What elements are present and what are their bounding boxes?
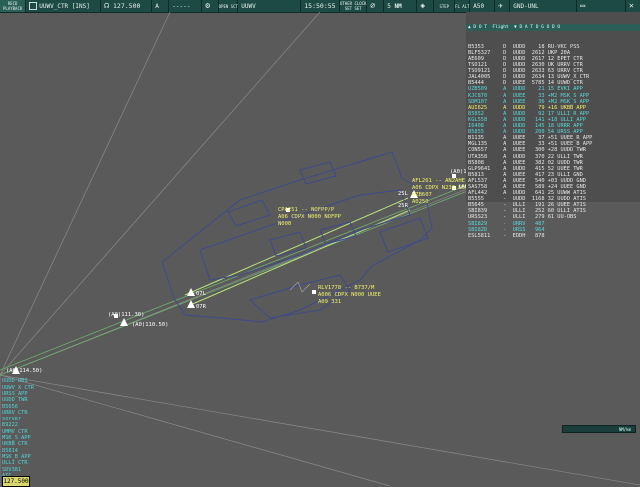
cursor-icon: ⌀ [370,1,376,10]
frequency-sub-field[interactable]: A [152,0,170,12]
open-sector-label-box: OPEN SCT [218,0,239,12]
layout-button[interactable]: ▭ [577,0,593,12]
filter-value: GND-UNL [513,2,539,10]
set-button-1[interactable]: SET [345,6,352,11]
scale-bar[interactable]: NM/km [562,425,636,433]
radar-label: A06 CDPX N000 NOFPP [278,214,342,220]
window-icon [29,2,38,10]
flight-list-header[interactable]: ▲ D O T Flight ▼ D A T D G O D O [466,24,640,32]
clock: 15:50:55 [301,0,341,12]
radar-label: 07R [196,304,207,310]
close-button[interactable]: ✕ [625,0,640,12]
open-sector-field[interactable]: UUWV [238,0,302,12]
playback-label: PLAYBACK [3,6,23,11]
flight-list-panel[interactable]: ▲ D O T Flight ▼ D A T D G O D O B5353 D… [466,12,640,239]
altitude-value: A50 [473,2,485,10]
radar-label[interactable]: RLV1778 -- B737/M [318,285,375,291]
set-button-2[interactable]: SET [354,6,361,11]
range-value: 5 [387,2,391,10]
sector-name: UUWV_CTR [INS] [39,2,90,10]
flight-list-row[interactable]: ESL5811 - EDDH 878 [466,233,640,239]
frequency-field[interactable]: ☊ 127.500 [101,0,153,12]
frequency-value: 127.500 [113,2,141,10]
nav-icon: ◈ [420,1,426,10]
cursor-button[interactable]: ⌀ [367,0,385,12]
sector-selector[interactable]: UUWV_CTR [INS] [26,0,102,12]
radar-label: (A0)111.30) [108,312,144,318]
radar-label: 25L [398,191,409,197]
fl-label: FL ALT [455,3,470,9]
step-label: STEP [439,3,450,9]
flight-list-rows: B5353 D UUDD 18 RU-VKC PSS BLF5327 D UUDD… [466,44,640,239]
scale-label: NM/km [618,426,631,432]
frequency-sub: A [155,2,159,10]
atc-list-panel[interactable]: UUDD OBS UUWV_X CTR URSS_APP UUDD TWR B5656 U… [2,366,62,479]
clock-time: 15:50:55 [304,2,336,10]
radar-label: 07L [196,291,207,297]
blank-value: ----- [172,2,191,10]
atc-list-items: UUDD OBS UUWV_X CTR URSS_APP UUDD TWR B5656 U… [2,378,62,479]
other-clock[interactable]: OTHER CLOCK SET SET [340,0,368,12]
satellite-button[interactable]: ✈ [495,0,511,12]
step-field[interactable]: STEP [434,0,456,12]
altitude-filter-field[interactable]: GND-UNL [510,0,578,12]
active-frequency-box[interactable]: 127.500 [2,476,30,487]
radar-label: A09 331 [318,299,341,305]
blank-field[interactable]: ----- [169,0,203,12]
radar-label[interactable]: CPA251 -- NOFPP/P [278,207,335,213]
headset-icon: ☊ [104,1,110,10]
open-sct-label: OPEN SCT [218,3,238,9]
radar-label[interactable]: WZB607 [412,192,432,198]
radar-label: A006 CDPX N000 UUEE [318,292,381,298]
radar-label: A0250 [412,199,429,205]
fl-label-box: FL ALT [455,0,471,12]
close-icon: ✕ [629,1,634,10]
range-unit: NM [394,2,402,10]
layout-icon: ▭ [580,1,586,10]
playback-button[interactable]: RECD PLAYBACK [0,0,27,12]
radar-label: (A0)110.50) [132,322,168,328]
radar-label: 25R [398,203,409,209]
settings-icon: ⚙ [205,1,211,10]
settings-button[interactable]: ⚙ [202,0,220,12]
nav-button[interactable]: ◈ [417,0,435,12]
approach-paths [0,183,471,376]
satellite-icon: ✈ [498,1,504,10]
open-sct-value: UUWV [241,2,256,10]
range-field[interactable]: 5 NM [384,0,418,12]
radar-label: N000 [278,221,291,227]
altitude-field[interactable]: A50 [470,0,496,12]
